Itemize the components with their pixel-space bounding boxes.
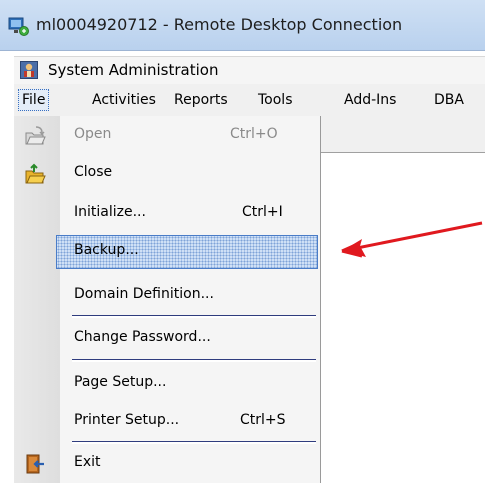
menu-activities[interactable]: Activities xyxy=(92,90,156,110)
menu-dba[interactable]: DBA xyxy=(434,90,464,110)
menu-file[interactable]: File xyxy=(18,89,50,111)
menu-item-change-password[interactable]: Change Password... xyxy=(14,321,320,355)
open-folder-icon xyxy=(25,126,46,145)
menu-item-label: Initialize... xyxy=(74,204,146,220)
menu-separator xyxy=(72,359,316,362)
close-folder-icon xyxy=(25,163,46,184)
menu-item-backup[interactable]: Backup... xyxy=(14,234,320,269)
rdp-titlebar: ml0004920712 - Remote Desktop Connection xyxy=(0,0,485,51)
menu-item-label: Open xyxy=(74,126,112,142)
system-admin-icon xyxy=(20,61,38,79)
file-dropdown-menu: Open Ctrl+O Close Initialize... Ctrl+I B… xyxy=(14,116,321,483)
rdp-window-title: ml0004920712 - Remote Desktop Connection xyxy=(36,15,403,34)
menu-tools[interactable]: Tools xyxy=(258,90,293,110)
menu-item-shortcut: Ctrl+O xyxy=(230,126,278,142)
menu-item-label: Printer Setup... xyxy=(74,412,180,428)
app-window-title: System Administration xyxy=(48,61,219,79)
menubar: File Activities Reports Tools Add-Ins DB… xyxy=(14,84,485,117)
remote-desktop-icon xyxy=(8,17,29,36)
menu-item-label: Backup... xyxy=(74,242,139,258)
menu-item-printer-setup[interactable]: Printer Setup... Ctrl+S xyxy=(14,404,320,438)
menu-item-label: Change Password... xyxy=(74,329,211,345)
menu-item-label: Exit xyxy=(74,454,101,470)
menu-item-domain-definition[interactable]: Domain Definition... xyxy=(14,278,320,312)
menu-item-open[interactable]: Open Ctrl+O xyxy=(14,118,320,152)
app-titlebar: System Administration xyxy=(14,56,485,85)
menu-item-label: Page Setup... xyxy=(74,374,167,390)
menu-item-label: Domain Definition... xyxy=(74,286,214,302)
menu-item-shortcut: Ctrl+I xyxy=(242,204,283,220)
menu-item-shortcut: Ctrl+S xyxy=(240,412,286,428)
toolbar-strip xyxy=(320,116,485,153)
menu-separator xyxy=(72,315,316,318)
menu-separator xyxy=(72,441,316,444)
menu-add-ins[interactable]: Add-Ins xyxy=(344,90,396,110)
menu-item-page-setup[interactable]: Page Setup... xyxy=(14,366,320,400)
menu-reports[interactable]: Reports xyxy=(174,90,228,110)
red-arrow-annotation xyxy=(341,221,483,258)
menu-item-initialize[interactable]: Initialize... Ctrl+I xyxy=(14,196,320,230)
menu-item-label: Close xyxy=(74,164,113,180)
exit-door-icon xyxy=(26,454,44,474)
menu-item-close[interactable]: Close xyxy=(14,156,320,190)
menu-item-exit[interactable]: Exit xyxy=(14,446,320,480)
